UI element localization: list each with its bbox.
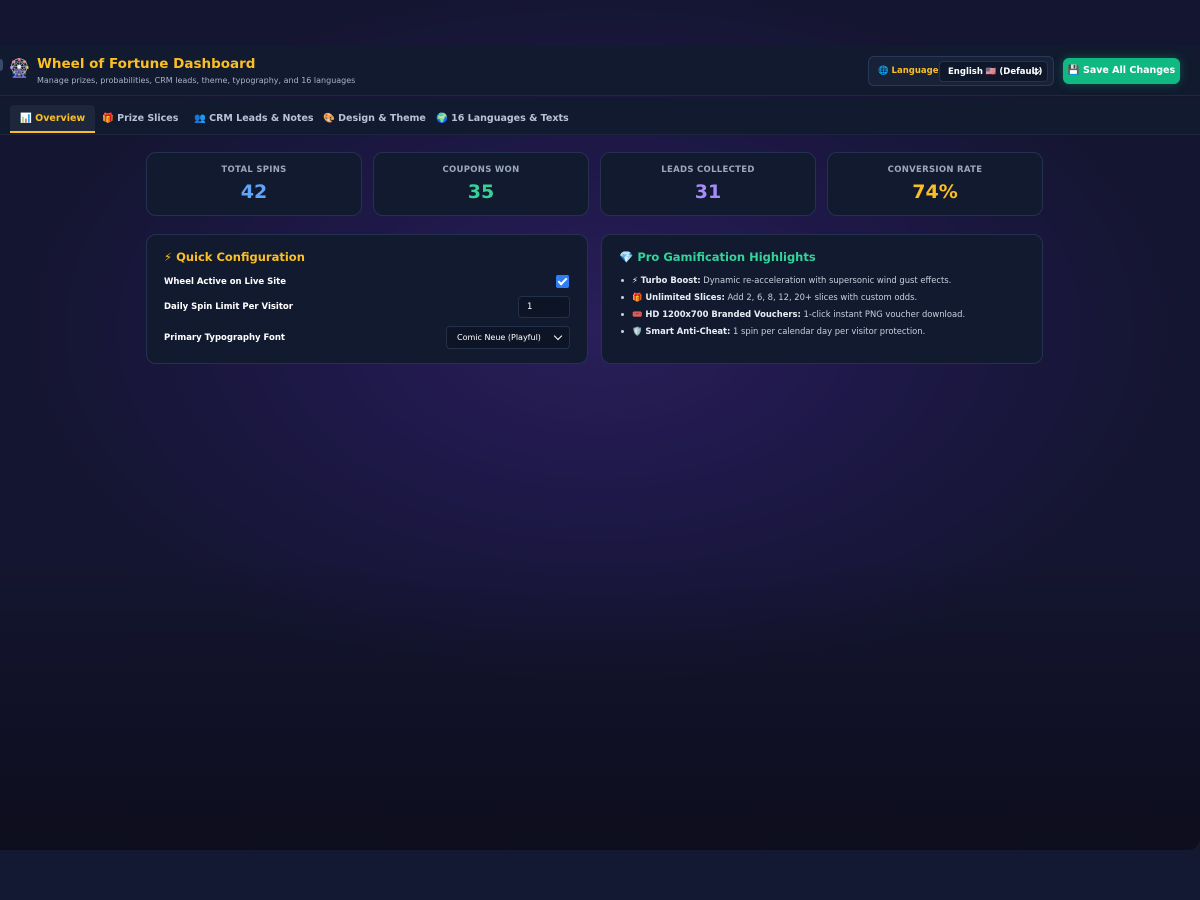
stat-label: LEADS COLLECTED [661, 165, 755, 175]
ferris-wheel-icon: 🎡 [8, 58, 31, 79]
language-value: English 🇺🇸 (Default) [948, 67, 1043, 77]
wheel-active-label: Wheel Active on Live Site [164, 277, 286, 287]
chevron-down-icon [553, 331, 563, 341]
font-select-value: Comic Neue (Playful) [457, 333, 541, 342]
font-label: Primary Typography Font [164, 333, 285, 343]
wheel-active-checkbox[interactable] [556, 275, 569, 288]
stat-card-leads-collected: LEADS COLLECTED 31 [600, 152, 816, 216]
stat-label: COUPONS WON [442, 165, 520, 175]
highlight-name: 🎁 Unlimited Slices: [632, 292, 725, 302]
tab-prize-slices[interactable]: 🎁 Prize Slices [92, 105, 188, 133]
language-switcher: 🌐 Language: English 🇺🇸 (Default) [868, 56, 1054, 86]
page-subtitle: Manage prizes, probabilities, CRM leads,… [37, 76, 356, 85]
tab-crm-leads[interactable]: 👥 CRM Leads & Notes [184, 105, 324, 133]
list-item: 🛡️ Smart Anti-Cheat: 1 spin per calendar… [621, 325, 965, 342]
stat-value: 31 [694, 181, 722, 203]
highlights-list: ⚡ Turbo Boost: Dynamic re-acceleration w… [621, 274, 965, 342]
spin-limit-label: Daily Spin Limit Per Visitor [164, 302, 293, 312]
list-item: 🎁 Unlimited Slices: Add 2, 6, 8, 12, 20+… [621, 291, 965, 308]
stat-card-coupons-won: COUPONS WON 35 [373, 152, 589, 216]
sidebar-handle[interactable] [0, 59, 3, 71]
stat-value: 35 [467, 181, 495, 203]
tab-languages[interactable]: 🌍 16 Languages & Texts [426, 105, 579, 133]
list-item: ⚡ Turbo Boost: Dynamic re-acceleration w… [621, 274, 965, 291]
tab-design-theme[interactable]: 🎨 Design & Theme [313, 105, 436, 133]
app-header: 🎡 Wheel of Fortune Dashboard Manage priz… [0, 46, 1200, 96]
stat-value: 74% [912, 181, 958, 203]
highlight-text: Dynamic re-acceleration with supersonic … [700, 275, 952, 285]
quick-config-panel: ⚡ Quick Configuration Wheel Active on Li… [146, 234, 588, 364]
save-all-button[interactable]: 💾 Save All Changes [1063, 58, 1180, 84]
language-label: 🌐 Language: [878, 66, 942, 76]
spin-limit-input[interactable]: 1 [518, 296, 570, 318]
dashboard-app: 🎡 Wheel of Fortune Dashboard Manage priz… [0, 0, 1200, 850]
stat-label: CONVERSION RATE [887, 165, 983, 175]
language-select[interactable]: English 🇺🇸 (Default) [939, 61, 1048, 82]
highlight-name: ⚡ Turbo Boost: [632, 275, 701, 285]
highlight-text: 1-click instant PNG voucher download. [800, 309, 966, 319]
font-select[interactable]: Comic Neue (Playful) [446, 326, 570, 349]
highlights-panel: 💎 Pro Gamification Highlights ⚡ Turbo Bo… [601, 234, 1043, 364]
highlight-name: 🎟️ HD 1200x700 Branded Vouchers: [632, 309, 801, 319]
panel-title: ⚡ Quick Configuration [164, 250, 305, 264]
stat-label: TOTAL SPINS [221, 165, 287, 175]
stat-value: 42 [240, 181, 268, 203]
stat-card-total-spins: TOTAL SPINS 42 [146, 152, 362, 216]
stat-card-conversion-rate: CONVERSION RATE 74% [827, 152, 1043, 216]
highlight-text: 1 spin per calendar day per visitor prot… [730, 326, 926, 336]
tab-overview[interactable]: 📊 Overview [10, 105, 96, 133]
highlight-text: Add 2, 6, 8, 12, 20+ slices with custom … [724, 292, 918, 302]
tab-bar: 📊 Overview 🎁 Prize Slices 👥 CRM Leads & … [0, 97, 1200, 135]
panel-title: 💎 Pro Gamification Highlights [619, 250, 816, 264]
page-title: Wheel of Fortune Dashboard [37, 56, 256, 72]
highlight-name: 🛡️ Smart Anti-Cheat: [632, 326, 731, 336]
list-item: 🎟️ HD 1200x700 Branded Vouchers: 1-click… [621, 308, 965, 325]
